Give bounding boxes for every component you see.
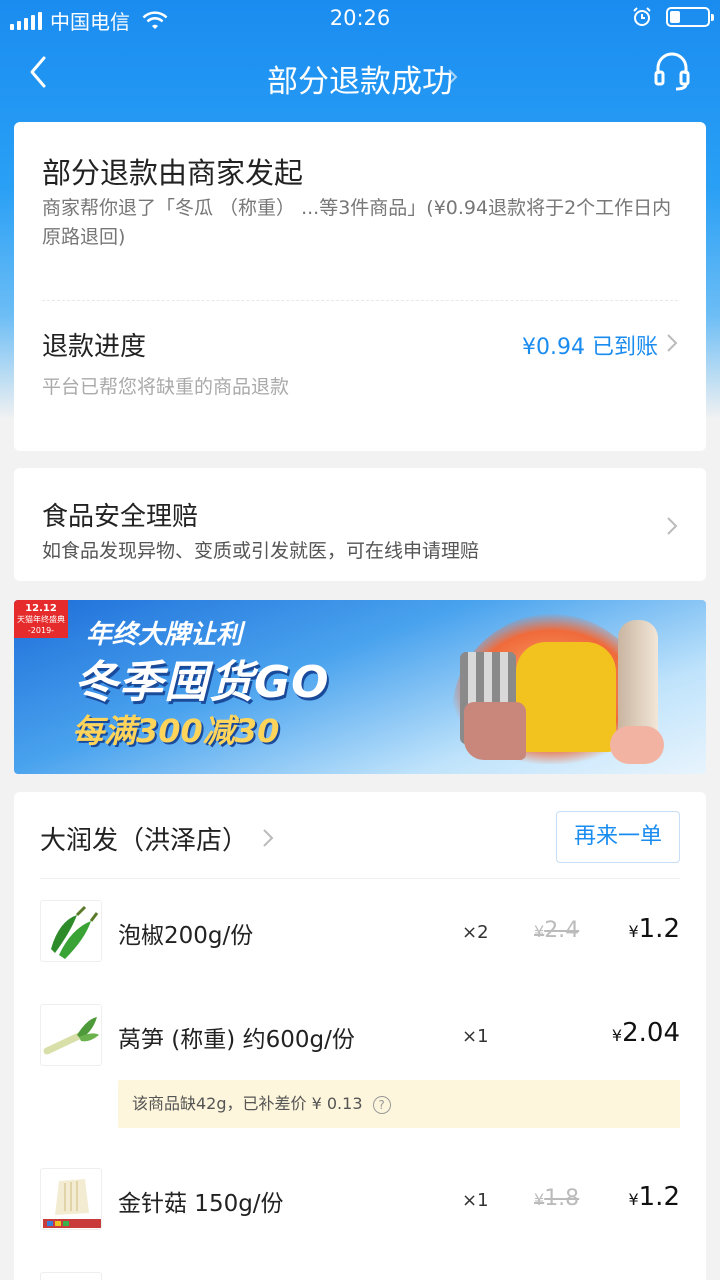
original-price-value: 2.4: [544, 918, 580, 943]
item-price: ¥2.04: [612, 1018, 680, 1048]
banner-line-2: 冬季囤货GO: [74, 657, 330, 708]
price-value: 1.2: [638, 914, 680, 944]
banner-heater-image: [618, 620, 658, 738]
refund-heading: 部分退款由商家发起: [42, 156, 304, 190]
refund-description: 商家帮你退了「冬瓜 （称重） ...等3件商品」(¥0.94退款将于2个工作日内…: [42, 197, 672, 248]
order-item[interactable]: 莴笋 (称重) 约600g/份 ×1 ¥2.04: [14, 1004, 706, 1068]
banner-line-3: 每满300减30: [72, 712, 280, 750]
item-price: ¥1.2: [628, 914, 680, 944]
refund-progress-status[interactable]: ¥0.94 已到账: [522, 329, 658, 361]
pepper-image: [51, 905, 99, 959]
badge-bottom: -2019-: [27, 626, 55, 635]
banner-slipper-image: [610, 726, 664, 764]
refund-progress-label: 退款进度: [42, 332, 147, 362]
chevron-right-icon: [667, 334, 678, 352]
product-thumbnail: [40, 900, 102, 962]
order-item[interactable]: 泡椒200g/份 ×2 ¥2.4 ¥1.2: [14, 900, 706, 964]
chevron-right-icon: [667, 517, 678, 535]
divider: [42, 300, 678, 301]
food-safety-claim-row[interactable]: 食品安全理赔 如食品发现异物、变质或引发就医，可在线申请理赔: [14, 468, 706, 581]
refund-progress-subtitle: 平台已帮您将缺重的商品退款: [42, 376, 290, 398]
chevron-right-icon: [448, 69, 458, 85]
currency-symbol: ¥: [628, 1190, 639, 1209]
original-price-value: 1.8: [544, 1186, 580, 1211]
product-thumbnail: [40, 1004, 102, 1066]
item-quantity: ×2: [462, 922, 489, 943]
item-original-price: ¥1.8: [534, 1186, 579, 1211]
reorder-button[interactable]: 再来一单: [556, 811, 680, 863]
promo-banner[interactable]: 12.12 天猫年终盛典 -2019- 年终大牌让利 冬季囤货GO 每满300减…: [14, 600, 706, 774]
nav-bar: 部分退款成功: [0, 40, 720, 116]
divider: [40, 878, 680, 879]
status-bar: 中国电信 20:26: [0, 0, 720, 36]
food-safety-subtitle: 如食品发现异物、变质或引发就医，可在线申请理赔: [42, 540, 480, 562]
order-card: 大润发（洪泽店） 再来一单 泡椒200g/份 ×2 ¥2.4 ¥1.2 莴笋 (…: [14, 792, 706, 1280]
page-title: 部分退款成功: [267, 64, 453, 100]
banner-boot-image: [464, 702, 526, 760]
item-name: 泡椒200g/份: [118, 923, 254, 949]
item-name: 莴笋 (称重) 约600g/份: [118, 1027, 355, 1053]
banner-jacket-image: [516, 642, 616, 752]
item-quantity: ×1: [462, 1190, 489, 1211]
price-value: 2.04: [622, 1018, 680, 1048]
food-safety-title: 食品安全理赔: [42, 502, 199, 532]
question-circle-icon[interactable]: ?: [372, 1095, 391, 1114]
battery-icon: [666, 7, 714, 27]
currency-symbol: ¥: [534, 1190, 545, 1209]
enoki-mushroom-image: [43, 1179, 101, 1228]
chevron-right-icon: [263, 829, 274, 847]
badge-mid: 天猫年终盛典: [17, 615, 65, 624]
item-original-price: ¥2.4: [534, 918, 579, 943]
clock: 20:26: [329, 6, 391, 30]
order-item[interactable]: 金针菇 150g/份 ×1 ¥1.8 ¥1.2: [14, 1168, 706, 1232]
shortage-notice: 该商品缺42g，已补差价 ¥ 0.13?: [118, 1080, 680, 1128]
alarm-icon: [633, 7, 651, 26]
currency-symbol: ¥: [611, 1026, 623, 1045]
item-quantity: ×1: [462, 1026, 489, 1047]
badge-top: 12.12: [25, 603, 57, 614]
headset-icon[interactable]: [652, 50, 692, 92]
item-name: 金针菇 150g/份: [118, 1191, 284, 1217]
currency-symbol: ¥: [534, 922, 545, 941]
shop-name[interactable]: 大润发（洪泽店）: [40, 820, 248, 857]
banner-badge: 12.12 天猫年终盛典 -2019-: [14, 600, 68, 638]
lettuce-stem-image: [43, 1017, 99, 1055]
product-thumbnail: [40, 1168, 102, 1230]
product-thumbnail: [40, 1272, 102, 1280]
refund-info-card: 部分退款由商家发起 商家帮你退了「冬瓜 （称重） ...等3件商品」(¥0.94…: [14, 122, 706, 451]
price-value: 1.2: [638, 1182, 680, 1212]
shortage-notice-text: 该商品缺42g，已补差价 ¥ 0.13: [132, 1094, 363, 1113]
currency-symbol: ¥: [628, 922, 639, 941]
item-price: ¥1.2: [628, 1182, 680, 1212]
